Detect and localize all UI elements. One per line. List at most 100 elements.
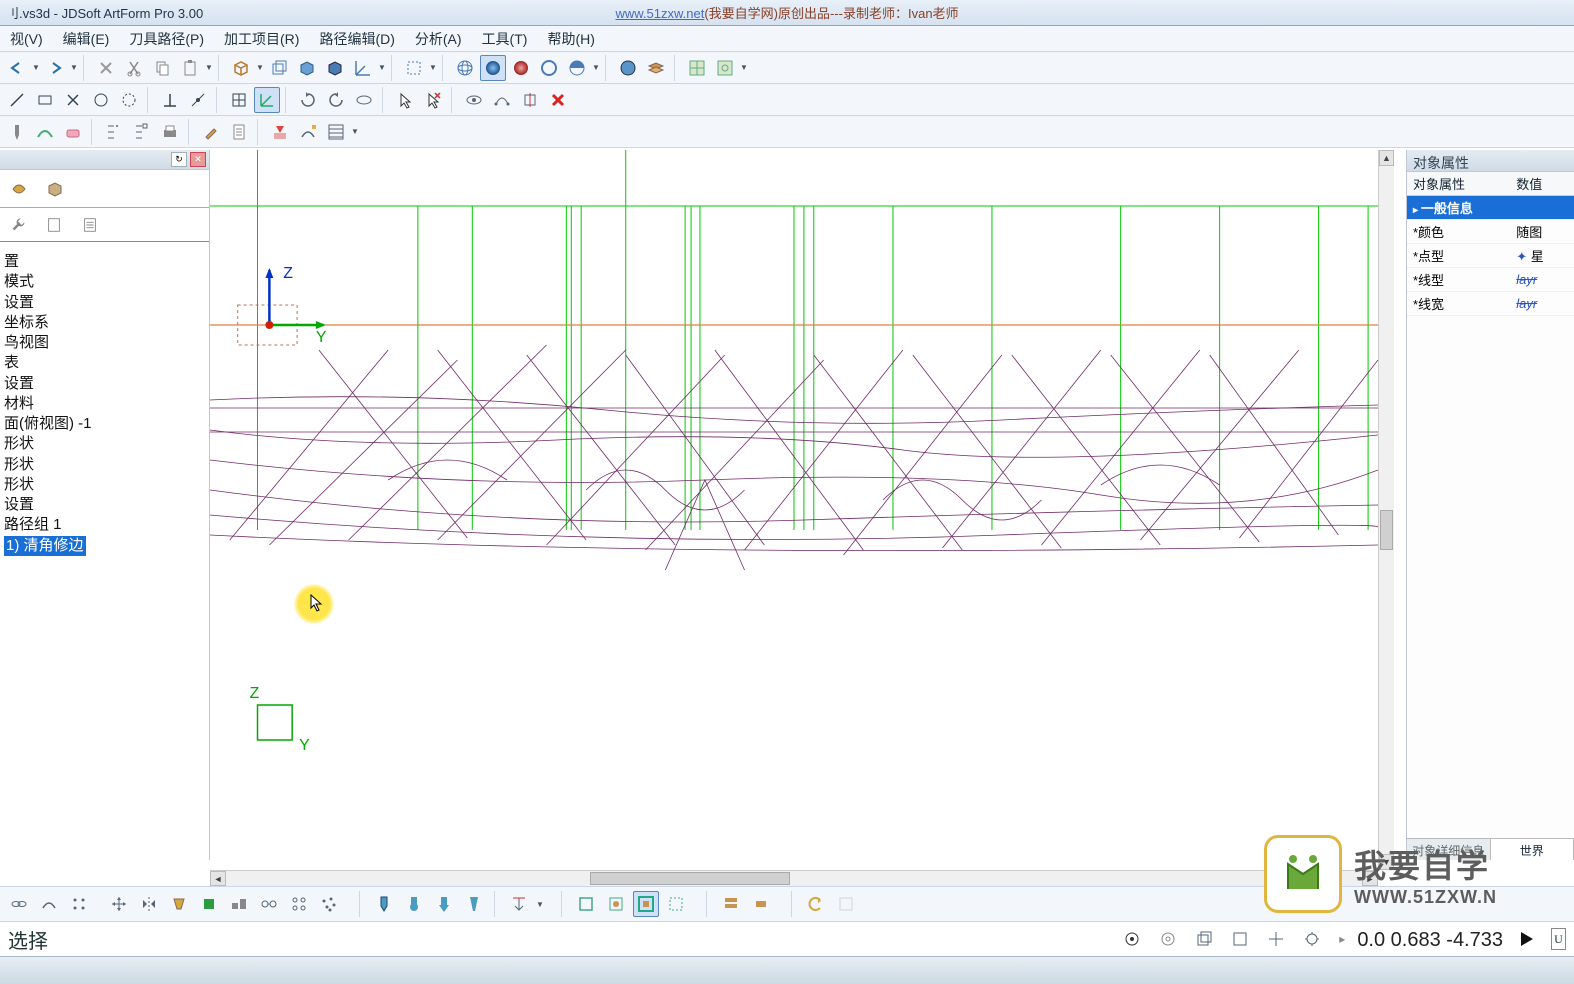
os-taskbar[interactable] bbox=[0, 956, 1574, 984]
cross-tool-icon[interactable] bbox=[60, 87, 86, 113]
tree-collapse-icon[interactable] bbox=[129, 119, 155, 145]
menu-analyze[interactable]: 分析(A) bbox=[411, 27, 466, 51]
tangent-icon[interactable] bbox=[185, 87, 211, 113]
tree-item[interactable]: 材料 bbox=[2, 394, 207, 414]
circle-tool-icon[interactable] bbox=[88, 87, 114, 113]
paint-red-icon[interactable] bbox=[267, 119, 293, 145]
depth-icon[interactable] bbox=[506, 891, 532, 917]
select-area-icon[interactable] bbox=[401, 55, 427, 81]
close-panel-icon[interactable]: ✕ bbox=[190, 152, 206, 167]
feature-tree[interactable]: 置 模式 设置 坐标系 鸟视图 表 设置 材料 面(俯视图) -1 形状 形状 … bbox=[0, 242, 209, 558]
property-row[interactable]: *线型layr bbox=[1407, 268, 1574, 292]
rotate-ccw-icon[interactable] bbox=[323, 87, 349, 113]
tree-item[interactable]: 表 bbox=[2, 353, 207, 373]
rotate-cw-icon[interactable] bbox=[295, 87, 321, 113]
drill-icon[interactable] bbox=[4, 119, 30, 145]
paste-dropdown-icon[interactable]: ▼ bbox=[205, 58, 213, 78]
axes-icon[interactable] bbox=[350, 55, 376, 81]
cube-shaded-icon[interactable] bbox=[322, 55, 348, 81]
cube-solid-icon[interactable] bbox=[294, 55, 320, 81]
paste-button[interactable] bbox=[177, 55, 203, 81]
path-edit-icon[interactable] bbox=[295, 119, 321, 145]
scrollbar-thumb[interactable] bbox=[590, 872, 790, 885]
print-icon[interactable] bbox=[157, 119, 183, 145]
chain-icon[interactable] bbox=[6, 891, 32, 917]
brush-icon[interactable] bbox=[198, 119, 224, 145]
tab-world[interactable]: 世界 bbox=[1491, 839, 1574, 860]
play-icon[interactable] bbox=[1521, 932, 1533, 946]
trim-icon[interactable] bbox=[517, 87, 543, 113]
properties-section-header[interactable]: ▸ 一般信息 bbox=[1407, 196, 1574, 220]
tree-item[interactable]: 设置 bbox=[2, 374, 207, 394]
horizontal-scrollbar[interactable]: ◄ ► bbox=[210, 870, 1378, 886]
scroll-down-icon[interactable]: ▼ bbox=[1379, 854, 1394, 870]
menu-view[interactable]: 视(V) bbox=[6, 27, 47, 51]
transform-icon[interactable] bbox=[106, 891, 132, 917]
tree-item[interactable]: 设置 bbox=[2, 293, 207, 313]
snap-object-icon[interactable] bbox=[712, 55, 738, 81]
sphere-red-icon[interactable] bbox=[508, 55, 534, 81]
grid-icon[interactable] bbox=[226, 87, 252, 113]
scroll-left-icon[interactable]: ◄ bbox=[210, 871, 226, 886]
toolpath-tab-icon[interactable] bbox=[6, 176, 32, 202]
select-dropdown-icon[interactable]: ▼ bbox=[429, 58, 437, 78]
menu-tools[interactable]: 工具(T) bbox=[478, 27, 532, 51]
scatter-icon[interactable] bbox=[316, 891, 342, 917]
curve2-icon[interactable] bbox=[36, 891, 62, 917]
shape1-icon[interactable] bbox=[166, 891, 192, 917]
circle-outline-icon[interactable] bbox=[536, 55, 562, 81]
tree-expand-icon[interactable] bbox=[101, 119, 127, 145]
tool-flat-icon[interactable] bbox=[371, 891, 397, 917]
nodes-icon[interactable] bbox=[256, 891, 282, 917]
layers-icon[interactable] bbox=[643, 55, 669, 81]
note-icon[interactable] bbox=[44, 215, 64, 235]
bound-active-icon[interactable] bbox=[633, 891, 659, 917]
notes-icon[interactable] bbox=[80, 215, 100, 235]
tree-item-selected[interactable]: 1) 清角修边 bbox=[2, 536, 207, 556]
axes-dropdown-icon[interactable]: ▼ bbox=[378, 58, 386, 78]
tree-item[interactable]: 鸟视图 bbox=[2, 333, 207, 353]
axis-toggle-icon[interactable] bbox=[254, 87, 280, 113]
refresh-icon[interactable]: ↻ bbox=[171, 152, 187, 167]
path-dropdown-icon[interactable]: ▼ bbox=[351, 122, 359, 142]
globe-wire-icon[interactable] bbox=[452, 55, 478, 81]
line-tool-icon[interactable] bbox=[4, 87, 30, 113]
bound-tool-icon[interactable] bbox=[603, 891, 629, 917]
grid-nodes-icon[interactable] bbox=[286, 891, 312, 917]
tree-item[interactable]: 形状 bbox=[2, 475, 207, 495]
eye-icon[interactable] bbox=[461, 87, 487, 113]
wrench-icon[interactable] bbox=[8, 215, 28, 235]
path-gen-icon[interactable] bbox=[323, 119, 349, 145]
undo-dropdown-icon[interactable]: ▼ bbox=[32, 58, 40, 78]
globe-settings-icon[interactable] bbox=[615, 55, 641, 81]
viewport[interactable]: Z Y bbox=[210, 150, 1394, 886]
curve-tool-icon[interactable] bbox=[32, 119, 58, 145]
delete-button[interactable] bbox=[93, 55, 119, 81]
stack-icon[interactable] bbox=[718, 891, 744, 917]
blocks-icon[interactable] bbox=[226, 891, 252, 917]
curve-edit-icon[interactable] bbox=[489, 87, 515, 113]
tree-item[interactable]: 设置 bbox=[2, 495, 207, 515]
tool-taper-icon[interactable] bbox=[461, 891, 487, 917]
pointer-x-icon[interactable] bbox=[420, 87, 446, 113]
tree-item[interactable]: 形状 bbox=[2, 455, 207, 475]
pointer-icon[interactable] bbox=[392, 87, 418, 113]
mirror-icon[interactable] bbox=[136, 891, 162, 917]
single-icon[interactable] bbox=[748, 891, 774, 917]
perp-icon[interactable] bbox=[157, 87, 183, 113]
view-dropdown-icon[interactable]: ▼ bbox=[256, 58, 264, 78]
close-red-icon[interactable] bbox=[545, 87, 571, 113]
tree-item[interactable]: 置 bbox=[2, 252, 207, 272]
scroll-up-icon[interactable]: ▲ bbox=[1379, 150, 1394, 166]
cut-button[interactable] bbox=[121, 55, 147, 81]
property-row[interactable]: *颜色随图 bbox=[1407, 220, 1574, 244]
menu-toolpath[interactable]: 刀具路径(P) bbox=[125, 27, 208, 51]
tab-detail[interactable]: 对象详细信息 bbox=[1407, 839, 1491, 860]
menu-help[interactable]: 帮助(H) bbox=[543, 27, 598, 51]
redo-dropdown-icon[interactable]: ▼ bbox=[70, 58, 78, 78]
cube-wire-icon[interactable] bbox=[266, 55, 292, 81]
green-square-icon[interactable] bbox=[196, 891, 222, 917]
document-icon[interactable] bbox=[226, 119, 252, 145]
copy-button[interactable] bbox=[149, 55, 175, 81]
tree-item[interactable]: 面(俯视图) -1 bbox=[2, 414, 207, 434]
